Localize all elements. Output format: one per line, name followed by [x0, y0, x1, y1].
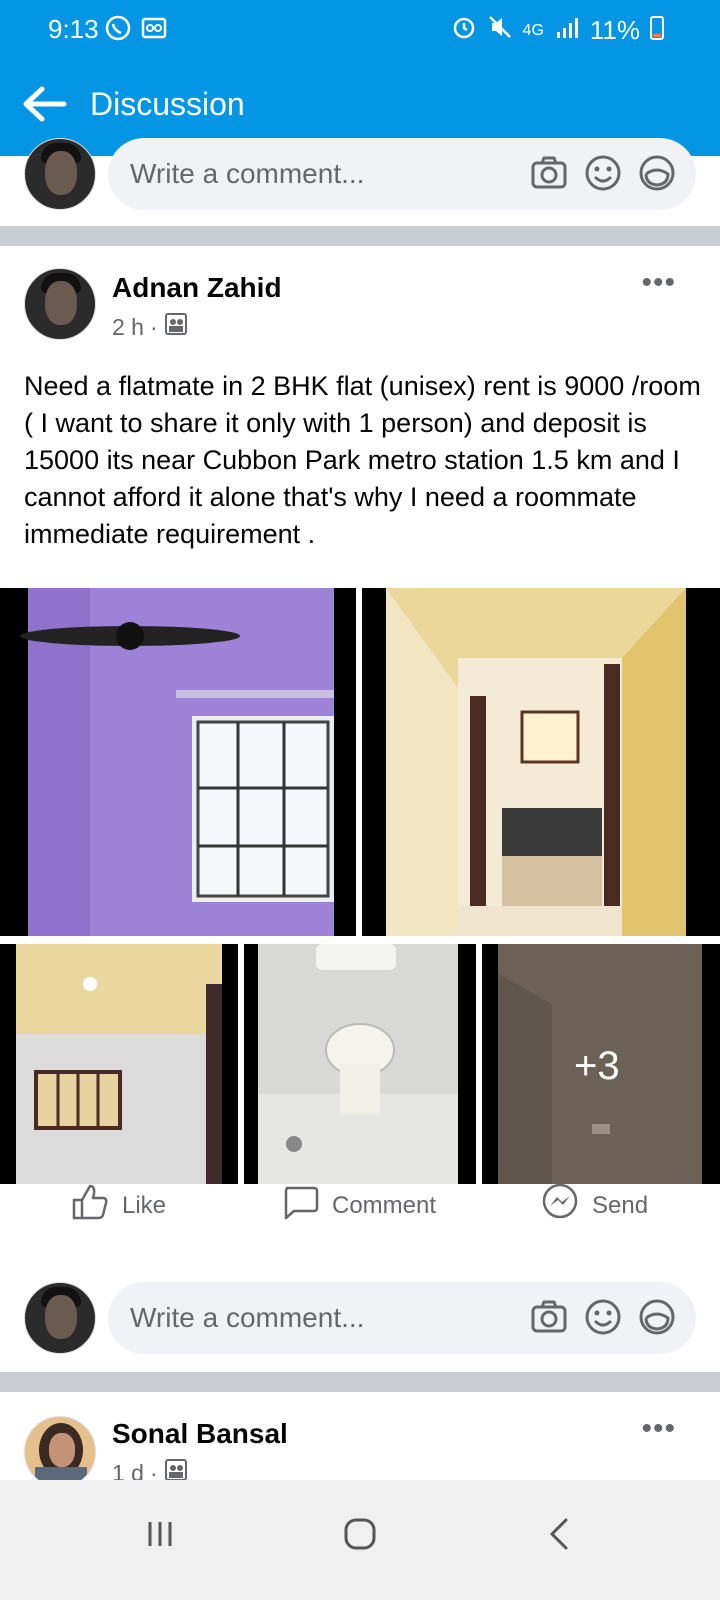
- battery-level: 11%: [589, 15, 640, 45]
- system-nav-bar: [0, 1480, 720, 1600]
- post-divider: [0, 1372, 720, 1392]
- comment-label: Comment: [332, 1191, 437, 1219]
- avatar: [24, 138, 96, 210]
- alarm-icon: [451, 14, 477, 47]
- post-text: Need a flatmate in 2 BHK flat (unisex) r…: [24, 371, 701, 549]
- camera-icon[interactable]: [530, 1298, 568, 1336]
- status-left-icons: [104, 14, 168, 47]
- post-photo-5[interactable]: +3: [482, 944, 720, 1184]
- home-icon[interactable]: [340, 1514, 380, 1559]
- sticker-icon[interactable]: [638, 1298, 676, 1336]
- mute-icon: [487, 14, 513, 47]
- author-name[interactable]: Adnan Zahid: [112, 272, 282, 304]
- more-options-icon[interactable]: •••: [641, 1412, 676, 1446]
- comment-placeholder: Write a comment...: [130, 158, 365, 189]
- emoji-icon[interactable]: [584, 1298, 622, 1336]
- comment-input[interactable]: Write a comment...: [108, 1282, 696, 1354]
- like-label: Like: [122, 1191, 167, 1219]
- like-button[interactable]: Like: [70, 1182, 166, 1229]
- page-title: Discussion: [90, 86, 245, 122]
- next-author-name[interactable]: Sonal Bansal: [112, 1418, 288, 1450]
- post-photo-1[interactable]: [0, 588, 356, 936]
- avatar: [24, 1282, 96, 1354]
- app-header: 9:13 4G 11% Discussion: [0, 0, 720, 156]
- messenger-icon: [540, 1182, 580, 1229]
- sticker-icon[interactable]: [638, 154, 676, 192]
- comment-placeholder: Write a comment...: [130, 1302, 365, 1333]
- post-photo-2[interactable]: [362, 588, 720, 936]
- network-type: 4G: [522, 21, 544, 39]
- back-arrow-icon[interactable]: [20, 84, 68, 124]
- author-avatar[interactable]: [24, 268, 96, 340]
- status-time: 9:13: [48, 14, 99, 44]
- recent-apps-icon[interactable]: [140, 1514, 180, 1559]
- post-meta: 2 h ·: [112, 312, 188, 342]
- signal-icon: [554, 14, 580, 47]
- post-time[interactable]: 2 h: [112, 314, 144, 341]
- whatsapp-icon: [104, 14, 132, 47]
- voicemail-icon: [140, 14, 168, 47]
- next-author-avatar[interactable]: [24, 1416, 96, 1488]
- more-photos-count: +3: [574, 1044, 620, 1088]
- meta-separator: ·: [149, 313, 158, 340]
- post-photo-4[interactable]: [244, 944, 476, 1184]
- thumbs-up-icon: [70, 1182, 110, 1229]
- more-options-icon[interactable]: •••: [641, 266, 676, 300]
- comment-input[interactable]: Write a comment...: [108, 138, 696, 210]
- comment-button[interactable]: Comment: [280, 1182, 436, 1229]
- back-icon[interactable]: [540, 1514, 580, 1559]
- group-icon: [164, 312, 188, 342]
- status-right: 4G 11%: [451, 14, 664, 47]
- camera-icon[interactable]: [530, 154, 568, 192]
- comment-composer: Write a comment...: [0, 1282, 720, 1372]
- post-actions: Like Comment Send: [0, 1170, 720, 1236]
- comment-icon: [280, 1182, 320, 1229]
- post-divider: [0, 226, 720, 246]
- battery-icon: [650, 14, 664, 47]
- post-photo-3[interactable]: [0, 944, 238, 1184]
- send-button[interactable]: Send: [540, 1182, 648, 1229]
- emoji-icon[interactable]: [584, 154, 622, 192]
- send-label: Send: [592, 1191, 649, 1219]
